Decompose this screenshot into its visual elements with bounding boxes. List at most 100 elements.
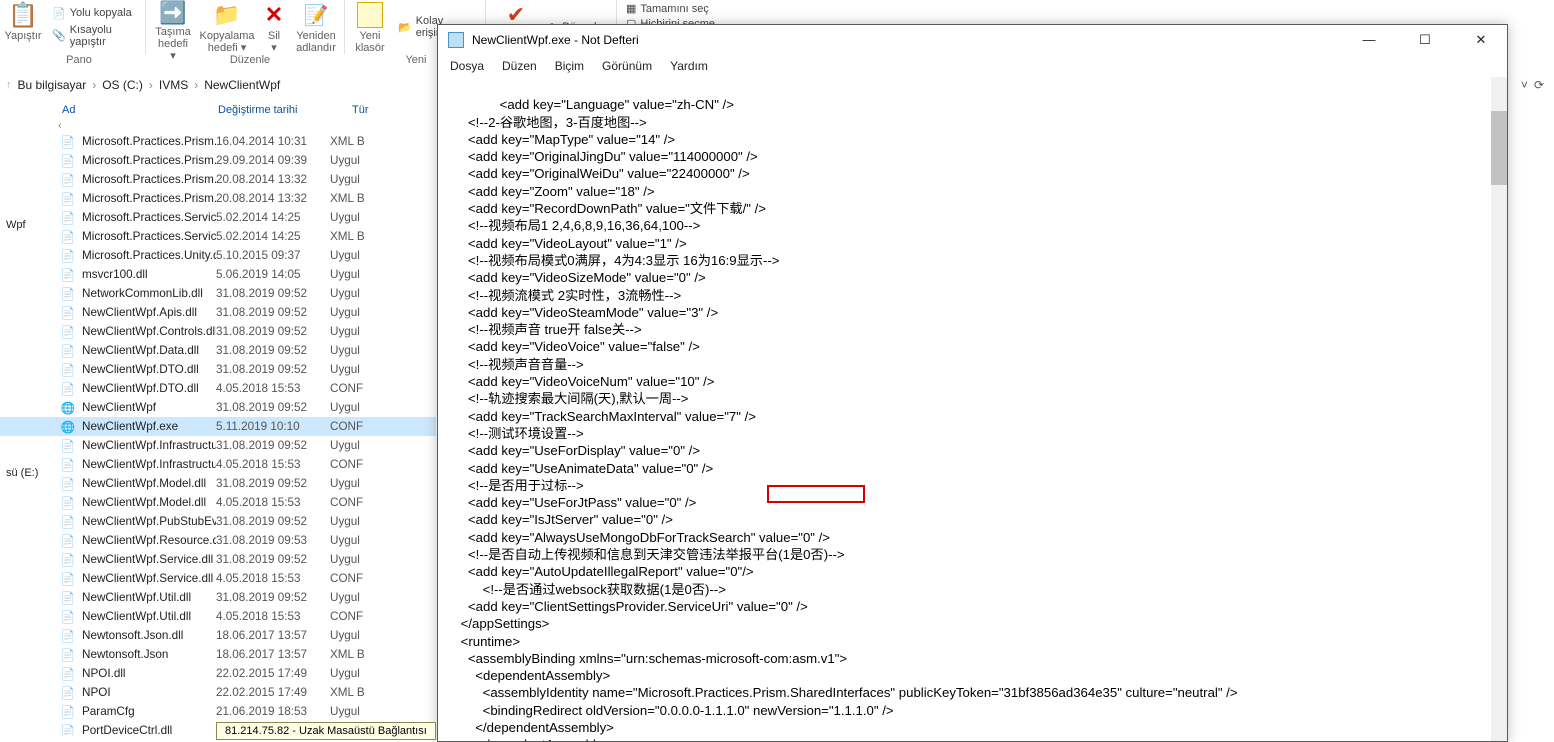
file-row[interactable]: 📄NewClientWpf.Util.dll31.08.2019 09:52Uy…	[0, 588, 436, 607]
file-row[interactable]: 📄NewClientWpf.DTO.dll31.08.2019 09:52Uyg…	[0, 360, 436, 379]
file-date: 22.02.2015 17:49	[216, 686, 330, 699]
menu-item[interactable]: Görünüm	[602, 59, 652, 73]
crumb-this-pc[interactable]: Bu bilgisayar	[18, 78, 87, 92]
file-row[interactable]: 📄NewClientWpf.PubStubEvents.dll31.08.201…	[0, 512, 436, 531]
file-row[interactable]: 📄msvcr100.dll5.06.2019 14:05Uygul	[0, 265, 436, 284]
file-row[interactable]: 📄NPOI22.02.2015 17:49XML B	[0, 683, 436, 702]
chevron-down-icon[interactable]: ˅	[1521, 78, 1528, 92]
file-row[interactable]: 🌐NewClientWpf.exe5.11.2019 10:10CONF	[0, 417, 436, 436]
file-row[interactable]: 📄NetworkCommonLib.dll31.08.2019 09:52Uyg…	[0, 284, 436, 303]
file-name: NewClientWpf.exe	[82, 420, 216, 433]
file-icon: 📄	[58, 344, 78, 358]
file-date: 5.11.2019 10:10	[216, 420, 330, 433]
col-type[interactable]: Tür	[338, 104, 402, 116]
file-row[interactable]: 📄Newtonsoft.Json.dll18.06.2017 13:57Uygu…	[0, 626, 436, 645]
file-row[interactable]: 📄NewClientWpf.Apis.dll31.08.2019 09:52Uy…	[0, 303, 436, 322]
file-type: Uygul	[330, 629, 360, 642]
menu-item[interactable]: Biçim	[555, 59, 584, 73]
file-name: Newtonsoft.Json.dll	[82, 629, 216, 642]
file-row[interactable]: 📄NewClientWpf.Infrastructure.dll4.05.201…	[0, 455, 436, 474]
file-date: 31.08.2019 09:52	[216, 363, 330, 376]
file-row[interactable]: 📄Microsoft.Practices.Prism.Mvvm16.04.201…	[0, 132, 436, 151]
file-row[interactable]: 📄NewClientWpf.Model.dll31.08.2019 09:52U…	[0, 474, 436, 493]
file-name: NewClientWpf.Service.dll	[82, 553, 216, 566]
file-row[interactable]: 📄Microsoft.Practices.Prism.SharedInterfa…	[0, 189, 436, 208]
file-date: 31.08.2019 09:52	[216, 325, 330, 338]
minimize-button[interactable]: —	[1353, 32, 1385, 48]
scrollbar-thumb[interactable]	[1491, 111, 1507, 185]
file-row[interactable]: 📄Microsoft.Practices.ServiceLocation5.02…	[0, 227, 436, 246]
copy-path-icon: 📄	[52, 7, 66, 20]
file-row[interactable]: 📄NewClientWpf.DTO.dll4.05.2018 15:53CONF	[0, 379, 436, 398]
file-row[interactable]: 🌐NewClientWpf31.08.2019 09:52Uygul	[0, 398, 436, 417]
select-all-link[interactable]: ▦Tamamını seç	[626, 2, 709, 15]
crumb-folder-1[interactable]: IVMS	[159, 78, 188, 92]
file-date: 4.05.2018 15:53	[216, 610, 330, 623]
file-row[interactable]: 📄NPOI.dll22.02.2015 17:49Uygul	[0, 664, 436, 683]
file-type: Uygul	[330, 667, 360, 680]
file-row[interactable]: 📄NewClientWpf.Service.dll31.08.2019 09:5…	[0, 550, 436, 569]
notepad-titlebar[interactable]: NewClientWpf.exe - Not Defteri — ☐ ✕	[438, 25, 1507, 55]
file-icon: 🌐	[58, 401, 78, 415]
paste-shortcut-link[interactable]: 📎Kısayolu yapıştır	[52, 24, 136, 48]
close-button[interactable]: ✕	[1465, 32, 1497, 48]
file-name: NPOI	[82, 686, 216, 699]
file-row[interactable]: 📄ParamCfg21.06.2019 18:53Uygul	[0, 702, 436, 721]
file-row[interactable]: 📄Microsoft.Practices.ServiceLocation.dll…	[0, 208, 436, 227]
move-to-icon[interactable]: ➡️	[159, 0, 186, 26]
file-name: Microsoft.Practices.Prism.SharedInterfac…	[82, 192, 216, 205]
file-row[interactable]: 📄NewClientWpf.Resource.dll31.08.2019 09:…	[0, 531, 436, 550]
file-name: NewClientWpf.PubStubEvents.dll	[82, 515, 216, 528]
paste-icon[interactable]: 📋	[8, 1, 38, 30]
copy-to-icon[interactable]: 📁	[213, 2, 240, 28]
file-row[interactable]: 📄NewClientWpf.Data.dll31.08.2019 09:52Uy…	[0, 341, 436, 360]
column-headers[interactable]: Ad Değiştirme tarihi Tür	[0, 100, 436, 120]
file-row[interactable]: 📄NewClientWpf.Controls.dll31.08.2019 09:…	[0, 322, 436, 341]
file-type: CONF	[330, 420, 363, 433]
copy-path-link[interactable]: 📄Yolu kopyala	[52, 7, 132, 20]
file-type: XML B	[330, 192, 365, 205]
maximize-button[interactable]: ☐	[1409, 32, 1441, 48]
file-row[interactable]: 📄Microsoft.Practices.Prism.SharedInterfa…	[0, 170, 436, 189]
file-date: 31.08.2019 09:52	[216, 344, 330, 357]
file-icon: 📄	[58, 439, 78, 453]
delete-icon[interactable]: ✕	[265, 2, 283, 28]
file-type: Uygul	[330, 401, 360, 414]
file-row[interactable]: 📄Newtonsoft.Json18.06.2017 13:57XML B	[0, 645, 436, 664]
scrollbar-vertical[interactable]	[1491, 77, 1507, 741]
menu-item[interactable]: Dosya	[450, 59, 484, 73]
file-name: NewClientWpf.Util.dll	[82, 610, 216, 623]
paste-label[interactable]: Yapıştır	[4, 30, 41, 42]
up-icon[interactable]: ↑	[6, 79, 12, 91]
file-name: NewClientWpf.Service.dll	[82, 572, 216, 585]
file-row[interactable]: 📄NewClientWpf.Service.dll4.05.2018 15:53…	[0, 569, 436, 588]
menu-item[interactable]: Düzen	[502, 59, 537, 73]
file-type: Uygul	[330, 591, 360, 604]
crumb-folder-2[interactable]: NewClientWpf	[204, 78, 280, 92]
crumb-drive[interactable]: OS (C:)	[102, 78, 143, 92]
file-row[interactable]: 📄Microsoft.Practices.Prism.PubSubEvents.…	[0, 151, 436, 170]
file-row[interactable]: 📄NewClientWpf.Model.dll4.05.2018 15:53CO…	[0, 493, 436, 512]
notepad-menubar[interactable]: Dosya Düzen Biçim Görünüm Yardım	[438, 55, 1507, 77]
file-row[interactable]: 📄Microsoft.Practices.Unity.dll5.10.2015 …	[0, 246, 436, 265]
file-type: CONF	[330, 382, 363, 395]
chevron-left-icon[interactable]: ‹	[0, 120, 436, 132]
file-icon: 📄	[58, 610, 78, 624]
nav-tree-fragment[interactable]: Wpf sü (E:)	[2, 154, 52, 484]
col-name[interactable]: Ad	[0, 104, 218, 116]
file-type: Uygul	[330, 211, 360, 224]
file-name: NewClientWpf.Model.dll	[82, 496, 216, 509]
col-date[interactable]: Değiştirme tarihi	[218, 104, 338, 116]
notepad-text-area[interactable]: <add key="Language" value="zh-CN" /> <!-…	[438, 77, 1507, 741]
notepad-content[interactable]: <add key="Language" value="zh-CN" /> <!-…	[446, 97, 1238, 741]
file-row[interactable]: 📄NewClientWpf.Util.dll4.05.2018 15:53CON…	[0, 607, 436, 626]
new-folder-icon[interactable]	[357, 2, 383, 28]
file-name: NewClientWpf.Util.dll	[82, 591, 216, 604]
file-row[interactable]: 📄NewClientWpf.Infrastructure.dll31.08.20…	[0, 436, 436, 455]
file-date: 31.08.2019 09:52	[216, 401, 330, 414]
file-name: NewClientWpf.Infrastructure.dll	[82, 458, 216, 471]
rename-icon[interactable]: 📝	[304, 3, 329, 28]
refresh-icon[interactable]: ⟳	[1534, 78, 1544, 92]
menu-item[interactable]: Yardım	[670, 59, 708, 73]
highlight-box	[767, 485, 865, 503]
